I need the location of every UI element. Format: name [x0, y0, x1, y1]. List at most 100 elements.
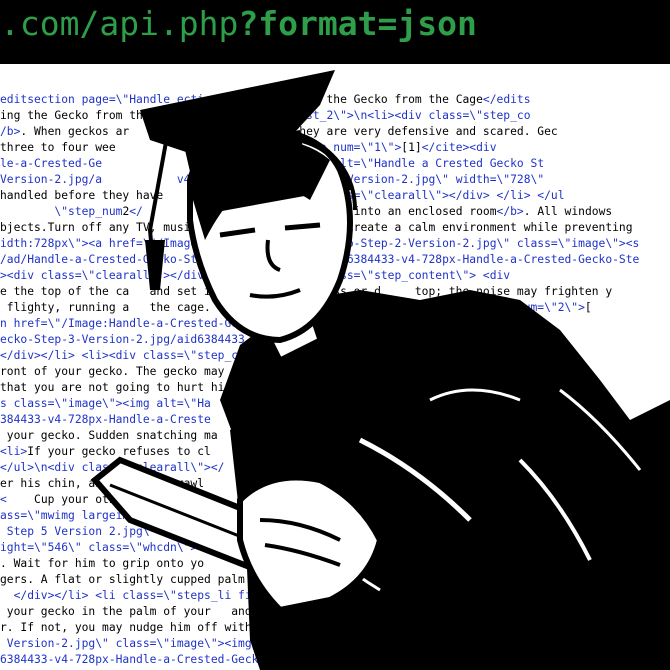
code-text: the gecko's cage into an enclosed room	[142, 205, 497, 218]
code-markup: ecko-Step-3-Version-2.jpg/aid6384433-v4-…	[0, 333, 490, 346]
code-markup: </cite><div	[421, 141, 497, 154]
code-line: r. If not, you may nudge him off with yo…	[0, 620, 333, 636]
code-text: e or house, they are very defensive and …	[129, 125, 558, 138]
code-text: that you are not going to hurt hi	[0, 381, 259, 394]
code-line: n href=\"/Image:Handle-a-Crested-Gecko-S…	[0, 316, 537, 332]
url-domain: .com/api.php	[0, 4, 239, 43]
code-text: bjects.Turn off any TV, music, or radio.…	[0, 221, 633, 234]
code-text: . Wait for him to grip onto yo	[0, 557, 205, 570]
code-text: . All windows	[523, 205, 613, 218]
code-markup: <	[0, 493, 7, 506]
code-line: that you are not going to hurt hi \"mwi …	[0, 380, 463, 396]
code-markup: <cite num=\"1\">	[292, 141, 402, 154]
code-text: three to four wee	[0, 141, 116, 154]
url-query: ?format=json	[238, 4, 477, 43]
code-text: Removing the Gecko from the Cage	[265, 93, 483, 106]
code-line: /ad/Handle-a-Crested-Gecko-Step-2-Versio…	[0, 252, 639, 268]
code-text: ing the Gecko from th	[0, 109, 143, 122]
code-markup: ><div class=\"clearall\"></div> </li> <l…	[0, 269, 511, 282]
code-markup: /b>	[0, 125, 21, 138]
code-line: ing the Gecko from th <ol class=\"steps_…	[0, 108, 531, 124]
code-line: . Wait for him to grip onto yo	[0, 556, 204, 572]
code-text: your gecko in the palm of your and lowe	[0, 605, 286, 618]
code-markup: <cite num=\"2\">	[476, 301, 585, 314]
code-line: <li>If your gecko refuses to cl in la	[0, 444, 503, 460]
code-markup: </div></li> <li class=\"steps_li final_l…	[0, 589, 293, 602]
code-markup: n href=\"/Image:Handle-a-Crested-Gecko-S…	[0, 317, 538, 330]
code-markup: Version-2.jpg/a	[0, 173, 103, 186]
code-markup: s class=\"image\"><img alt=\"Ha	[0, 397, 211, 410]
code-line: s class=\"image\"><img alt=\"Ha	[0, 396, 211, 412]
code-text: . When geckos ar	[20, 125, 130, 138]
code-line: </div></li> <li class=\"steps_li final_l…	[0, 588, 293, 604]
code-markup: </b>	[496, 205, 524, 218]
code-markup: \"mwi \"max-	[258, 381, 463, 394]
code-line: er his chin, and let him crawl oul	[0, 476, 497, 492]
code-line: three to four wee ck him up.<cite num=\"…	[0, 140, 497, 156]
code-text: r your han	[258, 349, 538, 362]
code-text: [1]	[401, 141, 422, 154]
code-markup: \"step_num	[0, 205, 123, 218]
code-line: idth:728px\"><a href=\"/Image:Handle-a-C…	[0, 236, 639, 252]
code-markup: ight=\"546\" class=\"whcdn\"></a>	[0, 541, 225, 554]
code-markup: </edits	[482, 93, 531, 106]
code-line: ecko-Step-3-Version-2.jpg/aid6384433-v4-…	[0, 332, 490, 348]
code-line: Version-2.jpg/a v4- cko-Step-1-Version-2…	[0, 172, 544, 188]
url-text: .com/api.php?format=json	[0, 0, 477, 64]
code-line: ight=\"546\" class=\"whcdn\"></a>	[0, 540, 224, 556]
code-text: ck him up.	[115, 141, 293, 154]
code-text: Cup your other hand under	[6, 493, 205, 506]
code-line: Step 5 Version 2.jpg\" src=\"/	[0, 524, 211, 540]
code-text: in la	[210, 445, 504, 458]
code-text: r. If not, you may nudge him off with yo…	[0, 621, 334, 634]
code-markup: \"image\"><img alt=\"Handle a Crested Ge…	[102, 157, 545, 170]
code-line: gers. A flat or slightly cupped palm is …	[0, 572, 279, 588]
code-line: flighty, running a the cage. They may ev…	[0, 300, 592, 316]
code-line: le-a-Crested-Ge \"image\"><img alt=\"Han…	[0, 156, 544, 172]
code-markup: idth:728px\"><a href=\"/Image:Handle-a-C…	[0, 237, 640, 250]
code-line: </div></li> <li><div class=\"step_cont r…	[0, 348, 537, 364]
code-text: oul	[204, 477, 497, 490]
url-banner: .com/api.php?format=json	[0, 0, 670, 64]
code-line: </ul>\n<div class=\"clearall\"></	[0, 460, 224, 476]
code-text: If your gecko refuses to cl	[27, 445, 211, 458]
code-text: ack or	[217, 429, 504, 442]
code-markup: Version-2.jpg\" class=\"image\"><img alt…	[0, 637, 341, 650]
code-line: your gecko in the palm of your and lowe	[0, 604, 286, 620]
code-markup: /ad/Handle-a-Crested-Gecko-Step-2-Versio…	[0, 253, 640, 266]
code-markup: <ol class=\"steps_list_2\">\n<li><div cl…	[142, 109, 531, 122]
code-line: Version-2.jpg\" class=\"image\"><img alt…	[0, 636, 340, 652]
code-text: er his chin, and let him crawl	[0, 477, 205, 490]
code-line: 6384433-v4-728px-Handle-a-Crested-Gecko-…	[0, 652, 347, 668]
code-line: ront of your gecko. The gecko may run rs…	[0, 364, 524, 380]
code-markup: </ul>\n<div class=\"clearall\"></	[0, 461, 225, 474]
code-line: e the top of the ca and set it aside. Do…	[0, 284, 612, 300]
code-markup: <div class=\"clearall\"></div> </li> </u…	[258, 189, 565, 202]
code-markup: le-a-Crested-Ge	[0, 157, 103, 170]
code-markup: v4-	[102, 173, 198, 186]
code-markup: </div></li> <li><div class=\"step_cont	[0, 349, 259, 362]
code-line: handled before they have ee in a <div cl…	[0, 188, 565, 204]
code-text: your gecko. Sudden snatching ma	[0, 429, 218, 442]
code-text: flighty, running a the cage. They may ev…	[0, 301, 477, 314]
code-line: ><div class=\"clearall\"></div> </li> <l…	[0, 268, 510, 284]
code-listing: editsection page=\"Handle ection=\"2\">R…	[0, 64, 670, 670]
code-text: handled before they have	[0, 189, 164, 202]
code-text: ront of your gecko. The gecko may run rs…	[0, 365, 524, 378]
code-text: e the top of the ca and set it aside. Do…	[0, 285, 613, 298]
code-text: gers. A flat or slightly cupped palm is …	[0, 573, 279, 586]
code-markup: ass=\"mwimg largeimage floatce	[0, 509, 205, 522]
code-markup: Step 5 Version 2.jpg\" src=\"/	[0, 525, 211, 538]
code-line: editsection page=\"Handle ection=\"2\">R…	[0, 92, 531, 108]
code-markup: <li>	[0, 445, 28, 458]
code-line: < Cup your other hand under	[0, 492, 204, 508]
code-text: ee in a	[163, 189, 259, 202]
code-line: /b>. When geckos ar e or house, they are…	[0, 124, 558, 140]
code-markup: 384433-v4-728px-Handle-a-Creste	[0, 413, 211, 426]
code-markup: 6384433-v4-728px-Handle-a-Crested-Gecko-…	[0, 653, 347, 666]
code-line: \"step_num2</ the gecko's cage into an e…	[0, 204, 612, 220]
code-markup: editsection page=\"Handle	[0, 93, 177, 106]
code-markup: ection=\"2\">	[176, 93, 266, 106]
code-line: ass=\"mwimg largeimage floatce	[0, 508, 204, 524]
code-line: bjects.Turn off any TV, music, or radio.…	[0, 220, 633, 236]
